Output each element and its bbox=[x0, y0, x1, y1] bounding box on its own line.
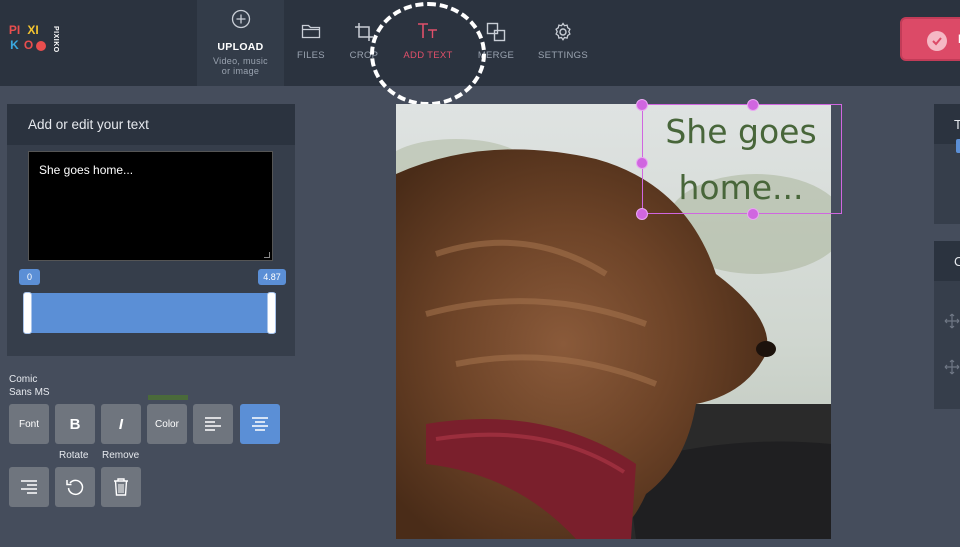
timeline-end-handle[interactable] bbox=[267, 292, 276, 334]
resize-grip-icon[interactable] bbox=[264, 252, 270, 258]
logo-letter: XI bbox=[27, 23, 39, 37]
upload-button[interactable]: UPLOAD Video, music or image bbox=[197, 0, 284, 86]
align-right-button[interactable] bbox=[9, 467, 49, 507]
files-label: FILES bbox=[297, 50, 325, 61]
upload-sub-line: or image bbox=[221, 66, 260, 76]
pixiko-logo[interactable]: PI XI K O PIXIKO bbox=[8, 24, 60, 64]
right-panel-title: T bbox=[934, 104, 960, 144]
font-name-label: Comic Sans MS bbox=[9, 373, 50, 399]
remove-label: Remove bbox=[102, 450, 140, 461]
font-button[interactable]: Font bbox=[9, 404, 49, 444]
align-left-icon bbox=[205, 417, 221, 431]
crop-icon bbox=[355, 23, 373, 41]
align-center-icon bbox=[252, 417, 268, 431]
color-button[interactable]: Color bbox=[147, 404, 187, 444]
logo-dot bbox=[36, 41, 46, 51]
resize-handle[interactable] bbox=[636, 208, 648, 220]
align-right-icon bbox=[21, 480, 37, 494]
logo-letter: PI bbox=[8, 23, 21, 37]
text-input-value: She goes home... bbox=[39, 163, 134, 177]
export-button[interactable]: D bbox=[900, 17, 960, 61]
timeline-start-badge: 0 bbox=[19, 269, 40, 285]
bold-button[interactable]: B bbox=[55, 404, 95, 444]
move-icon[interactable] bbox=[944, 313, 960, 329]
timeline-range-bar[interactable] bbox=[26, 293, 276, 333]
upload-sub-line: Video, music bbox=[213, 56, 268, 66]
rotate-button[interactable] bbox=[55, 467, 95, 507]
remove-button[interactable] bbox=[101, 467, 141, 507]
plus-circle-icon bbox=[231, 9, 250, 29]
font-name-line: Sans MS bbox=[9, 387, 50, 398]
resize-handle[interactable] bbox=[636, 99, 648, 111]
merge-icon bbox=[486, 22, 506, 42]
upload-label: UPLOAD bbox=[217, 41, 264, 53]
logo-letter: O bbox=[23, 38, 34, 52]
right-panel-1: T bbox=[934, 104, 960, 224]
files-tab[interactable]: FILES bbox=[290, 0, 332, 86]
font-name-line: Comic bbox=[9, 374, 38, 385]
resize-handle[interactable] bbox=[747, 99, 759, 111]
text-input[interactable]: She goes home... bbox=[28, 151, 273, 261]
text-overlay-box[interactable] bbox=[642, 104, 842, 214]
align-center-button[interactable] bbox=[240, 404, 280, 444]
move-icon[interactable] bbox=[944, 359, 960, 375]
highlight-annotation bbox=[370, 2, 486, 106]
panel-title: Add or edit your text bbox=[7, 104, 295, 145]
logo-side-text: PIXIKO bbox=[52, 26, 59, 53]
italic-button[interactable]: I bbox=[101, 404, 141, 444]
layer-badge[interactable] bbox=[956, 139, 960, 153]
logo-letter: K bbox=[10, 38, 19, 52]
upload-sublabel: Video, music or image bbox=[197, 56, 284, 76]
settings-tab[interactable]: SETTINGS bbox=[534, 0, 592, 86]
color-swatch bbox=[148, 395, 188, 400]
text-editor-panel: Add or edit your text She goes home... 0… bbox=[7, 104, 295, 356]
settings-label: SETTINGS bbox=[538, 50, 588, 61]
resize-handle[interactable] bbox=[747, 208, 759, 220]
check-icon bbox=[927, 31, 947, 51]
right-panel-title: C bbox=[934, 241, 960, 281]
folder-icon bbox=[301, 24, 321, 39]
resize-handle[interactable] bbox=[636, 157, 648, 169]
gear-icon bbox=[555, 22, 571, 41]
timeline-start-handle[interactable] bbox=[23, 292, 32, 334]
trash-icon bbox=[114, 478, 128, 496]
timeline-end-badge: 4.87 bbox=[258, 269, 286, 285]
rotate-icon bbox=[66, 479, 84, 496]
rotate-label: Rotate bbox=[59, 450, 89, 461]
right-panel-2: C bbox=[934, 241, 960, 409]
align-left-button[interactable] bbox=[193, 404, 233, 444]
